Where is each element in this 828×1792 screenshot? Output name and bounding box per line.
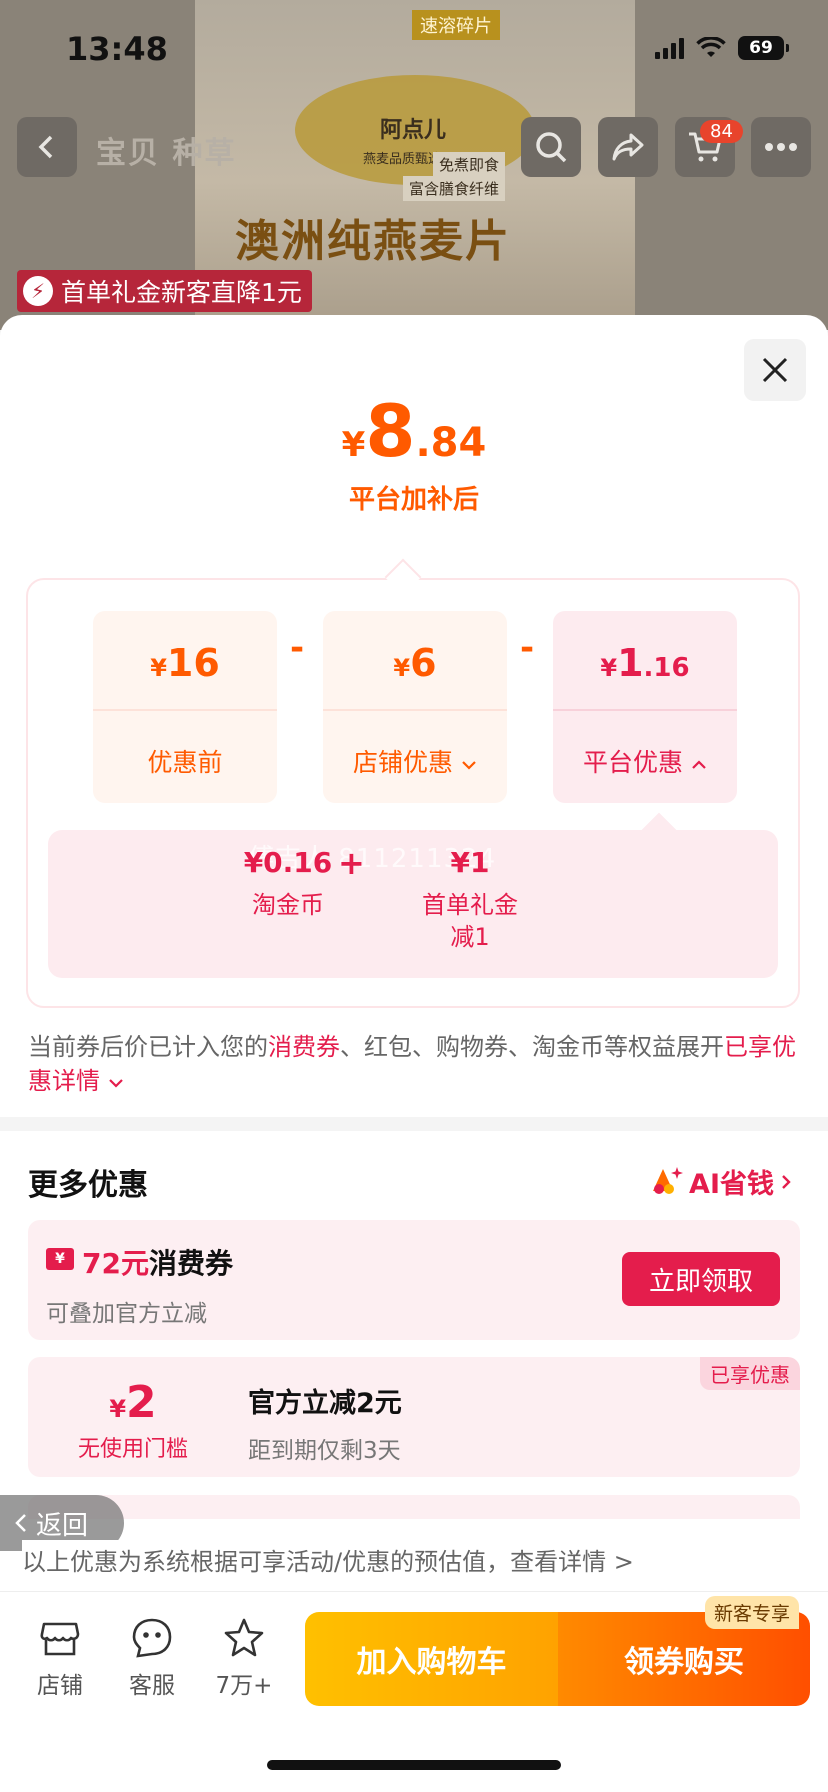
official-discount-title: 官方立减2元 bbox=[248, 1388, 402, 1419]
favorite-button[interactable]: 7万+ bbox=[204, 1616, 284, 1700]
taojinbi-value: ¥0.16 bbox=[243, 846, 333, 879]
platform-discount-detail: 傅吉人 811211324 ¥0.16 淘金币 + ¥1 首单礼金 减1 bbox=[48, 830, 778, 978]
coupon-ticket-icon: ¥ bbox=[46, 1248, 74, 1270]
card-divider bbox=[553, 709, 737, 711]
product-tag-3: 富含膳食纤维 bbox=[402, 176, 505, 201]
return-label: 返回 bbox=[36, 1510, 89, 1541]
first-order-gift-value: ¥1 bbox=[450, 846, 490, 879]
card-divider bbox=[323, 709, 507, 711]
final-price-currency: ¥ bbox=[341, 425, 366, 465]
search-icon bbox=[536, 132, 567, 163]
card-shop-discount[interactable]: ¥6 店铺优惠 bbox=[323, 611, 507, 803]
note-middle: 、红包、购物券、淘金币等权益展开 bbox=[340, 1033, 724, 1061]
card-divider bbox=[93, 709, 277, 711]
search-button[interactable] bbox=[521, 117, 581, 177]
final-price-caption: 平台加补后 bbox=[348, 485, 479, 515]
close-button[interactable] bbox=[744, 339, 806, 401]
share-button[interactable] bbox=[598, 117, 658, 177]
enjoyed-badge: 已享优惠 bbox=[700, 1357, 800, 1390]
estimate-disclaimer-link[interactable]: 以上优惠为系统根据可享活动/优惠的预估值，查看详情 > bbox=[22, 1540, 634, 1579]
price-breakdown-panel: ¥16 优惠前 - ¥6 店铺优惠 - ¥1.16 平台优惠 傅吉人 81121… bbox=[26, 578, 800, 1008]
shop-label: 店铺 bbox=[37, 1673, 83, 1699]
store-icon bbox=[40, 1622, 80, 1656]
final-price-block: ¥8.84 平台加补后 bbox=[0, 395, 828, 516]
product-tag-2: 免煮即食 bbox=[432, 152, 505, 177]
chevron-right-icon bbox=[782, 1174, 791, 1189]
coupon-title: 72元消费券 bbox=[82, 1247, 233, 1280]
minus-operator: - bbox=[520, 628, 535, 668]
shop-discount-value: ¥6 bbox=[393, 641, 437, 685]
more-offers-title: 更多优惠 bbox=[28, 1168, 148, 1203]
chevron-up-icon bbox=[692, 760, 706, 769]
shop-button[interactable]: 店铺 bbox=[20, 1616, 100, 1700]
add-to-cart-button[interactable]: 加入购物车 bbox=[305, 1612, 558, 1706]
home-indicator bbox=[267, 1760, 561, 1770]
signal-icon bbox=[655, 37, 684, 59]
original-price-value: ¥16 bbox=[150, 641, 220, 685]
section-divider bbox=[0, 1117, 828, 1131]
chevron-left-icon bbox=[15, 1514, 26, 1532]
benefit-note: 当前券后价已计入您的消费券、红包、购物券、淘金币等权益展开已享优惠详情 bbox=[28, 1030, 798, 1098]
note-consumption-coupon-link[interactable]: 消费券 bbox=[268, 1033, 340, 1061]
official-discount-condition: 无使用门槛 bbox=[77, 1437, 188, 1462]
favorites-count: 7万+ bbox=[215, 1673, 273, 1699]
note-prefix: 当前券后价已计入您的 bbox=[28, 1033, 268, 1061]
card-original-price: ¥16 优惠前 bbox=[93, 611, 277, 803]
shop-discount-label: 店铺优惠 bbox=[323, 743, 507, 779]
lightning-icon: ⚡ bbox=[23, 276, 53, 306]
card-platform-discount[interactable]: ¥1.16 平台优惠 bbox=[553, 611, 737, 803]
first-order-gift-item: ¥1 首单礼金 减1 bbox=[408, 846, 532, 954]
final-price-decimal: .84 bbox=[415, 420, 487, 466]
wifi-icon bbox=[696, 37, 726, 57]
first-order-gift-label: 首单礼金 减1 bbox=[422, 891, 518, 952]
product-page-background: 速溶碎片 阿点儿 燕麦品质甄选 免煮即食 富含膳食纤维 澳洲纯燕麦片 13:48… bbox=[0, 0, 828, 330]
chevron-down-icon bbox=[462, 761, 476, 770]
coupon-subtitle: 可叠加官方立减 bbox=[46, 1301, 207, 1327]
ai-save-label: AI省钱 bbox=[689, 1169, 774, 1200]
official-discount-amount: ¥2 bbox=[109, 1377, 157, 1428]
promo-ribbon[interactable]: ⚡ 首单礼金新客直降1元 bbox=[17, 270, 312, 312]
official-discount-expiry: 距到期仅剩3天 bbox=[248, 1438, 401, 1464]
close-icon bbox=[762, 357, 788, 383]
back-button[interactable] bbox=[17, 117, 77, 177]
customer-service-button[interactable]: 客服 bbox=[112, 1616, 192, 1700]
more-button[interactable] bbox=[751, 117, 811, 177]
ai-save-link[interactable]: AI省钱 bbox=[649, 1162, 792, 1201]
chat-face-icon bbox=[132, 1618, 172, 1658]
ai-sparkle-icon bbox=[653, 1166, 684, 1194]
status-time: 13:48 bbox=[66, 30, 168, 68]
minus-operator: - bbox=[290, 628, 305, 668]
final-price: ¥8.84 bbox=[0, 395, 828, 467]
chevron-down-icon bbox=[108, 1079, 123, 1088]
platform-discount-value: ¥1.16 bbox=[600, 641, 690, 685]
next-coupon-card bbox=[28, 1495, 800, 1519]
claim-now-button[interactable]: 立即领取 bbox=[622, 1252, 780, 1306]
share-icon bbox=[612, 133, 644, 161]
plus-operator: + bbox=[338, 844, 365, 882]
product-brand-sub: 燕麦品质甄选 bbox=[363, 152, 442, 167]
battery-icon: 69 bbox=[738, 36, 789, 60]
status-icons: 69 bbox=[655, 36, 789, 60]
product-big-title: 澳洲纯燕麦片 bbox=[235, 216, 511, 267]
cart-count-badge: 84 bbox=[700, 120, 743, 143]
consumption-coupon-card: ¥ 72元消费券 可叠加官方立减 立即领取 bbox=[28, 1220, 800, 1340]
price-detail-sheet: ¥8.84 平台加补后 ¥16 优惠前 - ¥6 店铺优惠 - ¥1.16 平台… bbox=[0, 315, 828, 1792]
star-icon bbox=[224, 1618, 264, 1657]
new-customer-badge: 新客专享 bbox=[705, 1596, 800, 1629]
official-discount-card: 已享优惠 ¥2 无使用门槛 官方立减2元 距到期仅剩3天 bbox=[28, 1357, 800, 1477]
platform-discount-label: 平台优惠 bbox=[553, 743, 737, 779]
final-price-integer: 8 bbox=[365, 389, 416, 473]
product-brand: 阿点儿 bbox=[380, 118, 447, 143]
nav-tabs[interactable]: 宝贝 种草 bbox=[96, 128, 236, 172]
original-price-label: 优惠前 bbox=[147, 748, 223, 777]
service-label: 客服 bbox=[129, 1673, 175, 1699]
more-dots-icon bbox=[765, 143, 797, 151]
promo-ribbon-text: 首单礼金新客直降1元 bbox=[61, 278, 302, 307]
taojinbi-item: ¥0.16 淘金币 bbox=[228, 846, 348, 921]
taojinbi-label: 淘金币 bbox=[252, 891, 324, 919]
status-bar: 13:48 69 bbox=[0, 0, 828, 100]
chevron-left-icon bbox=[38, 135, 53, 159]
